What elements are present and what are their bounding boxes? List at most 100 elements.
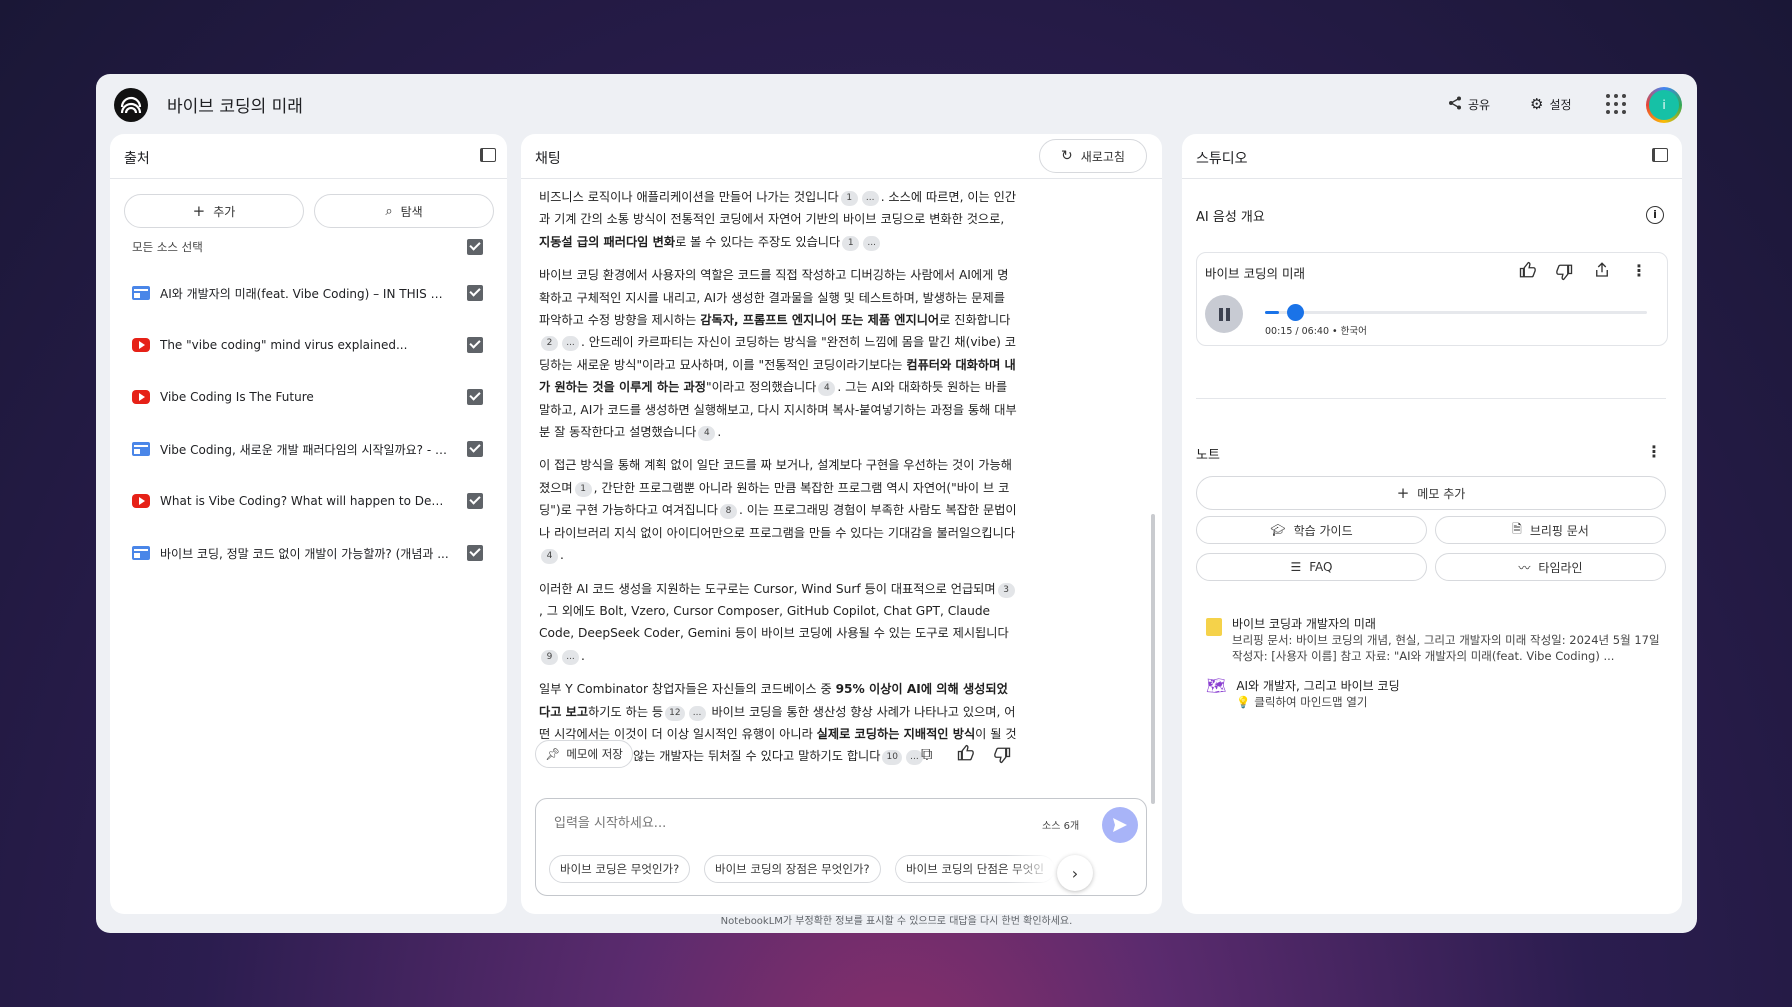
divider <box>110 178 507 179</box>
more-vert-icon[interactable]: ⋮ <box>1646 442 1662 461</box>
share-icon[interactable] <box>1593 261 1611 283</box>
collapse-panel-icon[interactable] <box>480 148 496 162</box>
study-guide-button[interactable]: 🎓︎ 학습 가이드 <box>1196 516 1427 544</box>
search-sparkle-icon: ⌕ <box>385 203 393 219</box>
source-label: The "vibe coding" mind virus explained..… <box>160 338 408 352</box>
audio-progress-track[interactable] <box>1265 304 1647 321</box>
save-to-memo-button[interactable]: 📌︎ 메모에 저장 <box>535 740 633 768</box>
mind-map-icon: 🗺︎ <box>1206 676 1227 695</box>
suggestion-chip[interactable]: 바이브 코딩의 장점은 무엇인가? <box>704 855 881 883</box>
source-item[interactable]: The "vibe coding" mind virus explained..… <box>132 330 483 360</box>
citation-chip[interactable]: 1 <box>842 235 860 251</box>
youtube-icon <box>132 390 150 404</box>
refresh-label: 새로고침 <box>1080 149 1125 164</box>
note-item[interactable]: 바이브 코딩과 개발자의 미래 브리핑 문서: 바이브 코딩의 개념, 현실, … <box>1206 616 1662 664</box>
document-icon: 🗎︎ <box>1512 521 1522 536</box>
timeline-button[interactable]: 〰 타임라인 <box>1435 553 1666 581</box>
add-memo-button[interactable]: + 메모 추가 <box>1196 476 1666 510</box>
source-checkbox[interactable] <box>467 493 483 509</box>
send-button[interactable] <box>1102 807 1138 843</box>
source-checkbox[interactable] <box>467 389 483 405</box>
source-label: AI와 개발자의 미래(feat. Vibe Coding) – IN THIS… <box>160 286 453 301</box>
pin-icon: 📌︎ <box>545 747 561 761</box>
thumbs-down-icon[interactable] <box>1555 263 1573 285</box>
citation-chip[interactable]: 1 <box>840 191 858 206</box>
explore-label: 탐색 <box>400 204 423 219</box>
info-icon[interactable]: i <box>1646 206 1664 224</box>
apps-grid-icon[interactable] <box>1606 94 1626 114</box>
source-label: 바이브 코딩, 정말 코드 없이 개발이 가능할까? (개념과 ... <box>160 546 449 561</box>
citation-chip[interactable]: ... <box>861 191 879 206</box>
suggestion-chip[interactable]: 바이브 코딩은 무엇인가? <box>549 855 691 883</box>
source-item[interactable]: Vibe Coding, 새로운 개발 패러다임의 시작일까요? - t... <box>132 434 483 464</box>
trend-line-icon: 〰 <box>1518 560 1531 575</box>
suggestion-chip[interactable]: 바이브 코딩의 단점은 무엇인 <box>895 855 1055 883</box>
chat-panel: 채팅 ↻ 새로고침 비즈니스 로직이나 애플리케이션을 만들어 나가는 것입니다… <box>521 134 1162 914</box>
citation-chip[interactable]: 4 <box>541 549 558 565</box>
youtube-icon <box>132 494 150 508</box>
citation-chip[interactable]: 8 <box>719 504 737 520</box>
copy-icon[interactable]: ⧉ <box>921 744 932 764</box>
citation-chip[interactable]: 12 <box>665 705 685 721</box>
source-checkbox[interactable] <box>467 545 483 561</box>
audio-overview-card: 바이브 코딩의 미래 ⋮ 00:15 / 06:40 • 한국어 <box>1196 252 1668 346</box>
plus-icon: + <box>192 202 206 220</box>
document-icon <box>132 442 150 456</box>
divider <box>1196 398 1666 399</box>
audio-scrubber[interactable] <box>1287 304 1305 321</box>
citation-chip[interactable]: ... <box>688 705 706 721</box>
note-item[interactable]: 🗺︎ AI와 개발자, 그리고 바이브 코딩 💡 클릭하여 마인드맵 열기 <box>1206 678 1662 710</box>
citation-chip[interactable]: 4 <box>818 381 836 397</box>
collapse-panel-icon[interactable] <box>1652 148 1668 162</box>
chat-input[interactable] <box>554 811 934 835</box>
faq-button[interactable]: ☰ FAQ <box>1196 553 1427 581</box>
more-vert-icon[interactable]: ⋮ <box>1631 261 1647 280</box>
source-item[interactable]: Vibe Coding Is The Future <box>132 382 483 412</box>
audio-overview-heading: AI 음성 개요 <box>1196 210 1265 225</box>
thumbs-up-icon[interactable] <box>1519 261 1537 283</box>
thumbs-down-icon[interactable] <box>993 746 1011 768</box>
select-all-checkbox[interactable] <box>467 239 483 255</box>
app-window: 바이브 코딩의 미래 공유 ⚙ 설정 i 출처 + 추가 ⌕ 탐색 모든 소스 … <box>96 74 1697 933</box>
share-button[interactable]: 공유 <box>1438 89 1500 119</box>
citation-chip[interactable]: 4 <box>698 426 716 442</box>
citation-chip[interactable]: 3 <box>997 582 1015 598</box>
avatar[interactable]: i <box>1646 87 1682 123</box>
source-item[interactable]: What is Vibe Coding? What will happen to… <box>132 486 483 516</box>
settings-button[interactable]: ⚙ 설정 <box>1520 89 1582 119</box>
response-paragraph: 비즈니스 로직이나 애플리케이션을 만들어 나가는 것입니다 1.... 소스에 … <box>539 190 1017 251</box>
refresh-button[interactable]: ↻ 새로고침 <box>1039 139 1147 173</box>
source-checkbox[interactable] <box>467 337 483 353</box>
source-checkbox[interactable] <box>467 285 483 301</box>
citation-chip[interactable]: ... <box>562 649 579 665</box>
settings-label: 설정 <box>1549 97 1572 112</box>
citation-chip[interactable]: 2 <box>541 336 558 352</box>
chevron-right-icon[interactable]: › <box>1057 855 1093 891</box>
audio-progress-fill <box>1265 311 1280 314</box>
thumbs-up-icon[interactable] <box>957 744 975 766</box>
citation-chip[interactable]: 9 <box>541 649 558 665</box>
explore-button[interactable]: ⌕ 탐색 <box>314 194 494 228</box>
citation-chip[interactable]: ... <box>863 235 881 251</box>
select-all-row[interactable]: 모든 소스 선택 <box>132 232 483 262</box>
source-checkbox[interactable] <box>467 441 483 457</box>
notebook-title[interactable]: 바이브 코딩의 미래 <box>167 92 303 117</box>
studio-title: 스튜디오 <box>1196 151 1248 167</box>
note-body: 💡 클릭하여 마인드맵 열기 <box>1236 695 1368 709</box>
notes-heading: 노트 <box>1196 448 1220 463</box>
notebooklm-logo[interactable] <box>114 88 148 122</box>
source-item[interactable]: 바이브 코딩, 정말 코드 없이 개발이 가능할까? (개념과 ... <box>132 538 483 568</box>
plus-icon: + <box>1396 484 1410 502</box>
add-source-button[interactable]: + 추가 <box>124 194 304 228</box>
pause-button[interactable] <box>1205 295 1243 333</box>
chat-scrollbar[interactable] <box>1151 514 1155 804</box>
chat-response: 비즈니스 로직이나 애플리케이션을 만들어 나가는 것입니다 1.... 소스에 … <box>539 186 1019 779</box>
source-item[interactable]: AI와 개발자의 미래(feat. Vibe Coding) – IN THIS… <box>132 278 483 308</box>
briefing-doc-button[interactable]: 🗎︎ 브리핑 문서 <box>1435 516 1666 544</box>
avatar-initial: i <box>1649 90 1679 120</box>
source-label: Vibe Coding Is The Future <box>160 390 314 404</box>
citation-chip[interactable]: 1 <box>574 481 592 497</box>
citation-chip[interactable]: ... <box>562 336 579 352</box>
citation-chip[interactable]: 10 <box>882 750 902 766</box>
source-label: Vibe Coding, 새로운 개발 패러다임의 시작일까요? - t... <box>160 442 452 457</box>
